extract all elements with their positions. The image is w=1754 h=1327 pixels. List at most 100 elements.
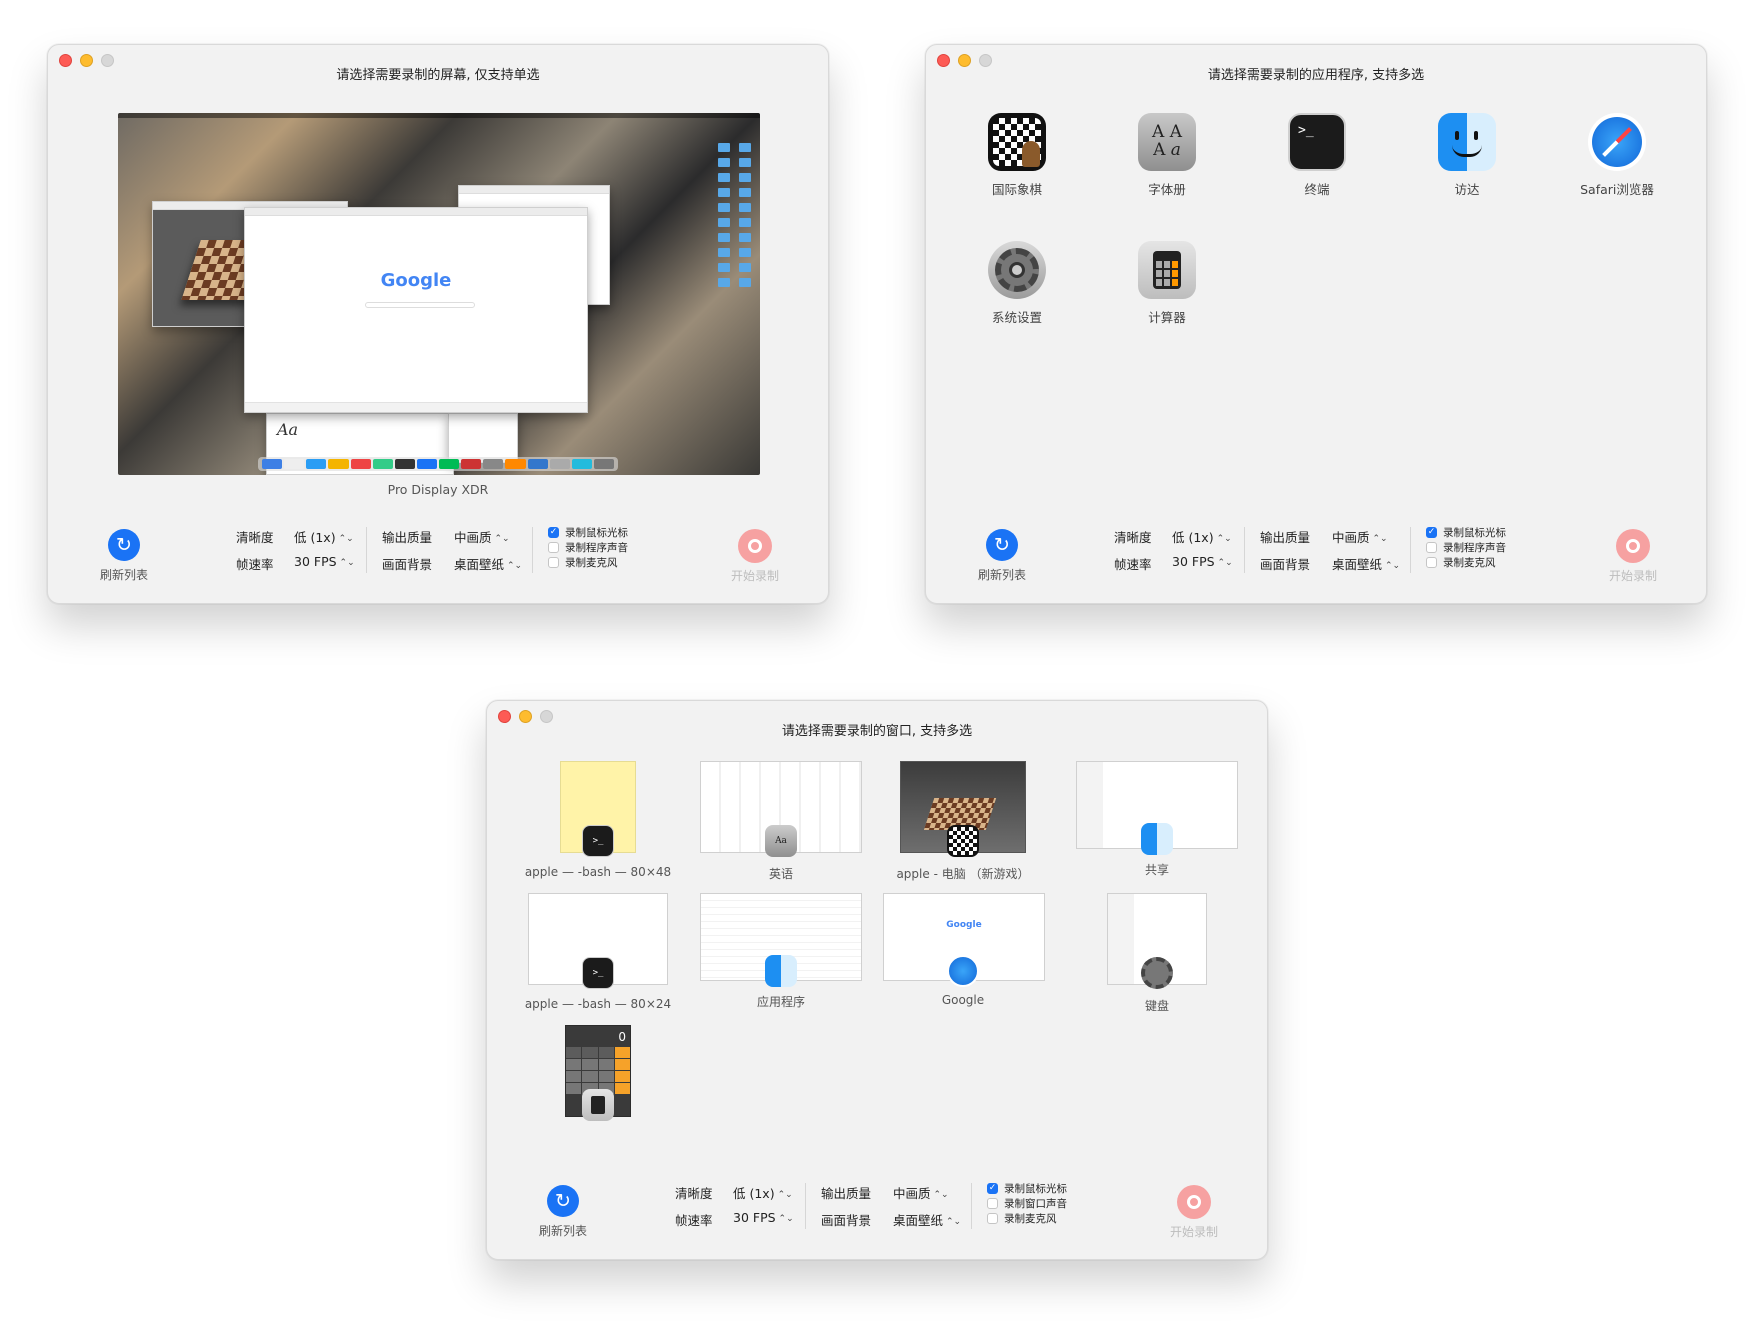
chevron-updown-icon: ⌃⌄: [507, 561, 523, 571]
record-mic-checkbox[interactable]: [548, 557, 559, 568]
record-window-audio-option[interactable]: 录制窗口声音: [987, 1196, 1067, 1211]
record-mic-option[interactable]: 录制麦克风: [1426, 555, 1496, 570]
clarity-label: 清晰度: [236, 530, 274, 545]
refresh-list[interactable]: ↻ 刷新列表: [539, 1185, 587, 1239]
window-thumb[interactable]: 0: [523, 1025, 673, 1129]
record-icon[interactable]: [1177, 1185, 1211, 1219]
font-book-icon: Aa: [765, 825, 797, 857]
chevron-updown-icon: ⌃⌄: [778, 1214, 794, 1224]
start-recording-label: 开始录制: [1169, 1225, 1218, 1239]
chevron-updown-icon: ⌃⌄: [946, 1217, 962, 1227]
app-item-calculator[interactable]: 计算器: [1112, 241, 1222, 326]
app-item-safari[interactable]: Safari浏览器: [1562, 113, 1672, 198]
clarity-select[interactable]: 低 (1x) ⌃⌄: [733, 1183, 793, 1202]
refresh-label: 刷新列表: [99, 568, 148, 582]
record-cursor-checkbox[interactable]: ✓: [548, 527, 559, 538]
record-cursor-checkbox[interactable]: ✓: [1426, 527, 1437, 538]
record-mic-checkbox[interactable]: [987, 1213, 998, 1224]
background-select[interactable]: 桌面壁纸 ⌃⌄: [893, 1210, 961, 1229]
refresh-list[interactable]: ↻ 刷新列表: [978, 529, 1026, 583]
google-logo: Google: [380, 270, 452, 291]
calculator-icon: [582, 1089, 614, 1121]
chevron-updown-icon: ⌃⌄: [1217, 558, 1233, 568]
app-item-chess[interactable]: 国际象棋: [962, 113, 1072, 198]
chevron-updown-icon: ⌃⌄: [1216, 534, 1232, 544]
start-recording-label: 开始录制: [730, 569, 779, 583]
app-item-finder[interactable]: 访达: [1412, 113, 1522, 198]
window-title: 请选择需要录制的应用程序, 支持多选: [1207, 68, 1425, 83]
record-app-audio-checkbox[interactable]: [1426, 542, 1437, 553]
toolbar: ↻ 刷新列表 清晰度 低 (1x) ⌃⌄ 帧速率 30 FPS ⌃⌄ 输出质量 中画…: [926, 523, 1706, 603]
start-recording[interactable]: 开始录制: [720, 529, 790, 584]
window-thumb[interactable]: >_ apple — -bash — 80×24: [523, 893, 673, 1011]
window-thumb[interactable]: >_ apple — -bash — 80×48: [523, 761, 673, 879]
window-thumb[interactable]: 共享: [1075, 761, 1239, 878]
window-label: Google: [941, 993, 985, 1007]
system-settings-icon: [988, 241, 1046, 299]
background-select[interactable]: 桌面壁纸 ⌃⌄: [454, 554, 522, 573]
record-mic-option[interactable]: 录制麦克风: [548, 555, 618, 570]
output-quality-select[interactable]: 中画质 ⌃⌄: [893, 1183, 949, 1202]
refresh-icon[interactable]: ↻: [108, 529, 140, 561]
font-book-icon: A AA a: [1138, 113, 1196, 171]
app-item-system-settings[interactable]: 系统设置: [962, 241, 1072, 326]
clarity-select[interactable]: 低 (1x) ⌃⌄: [294, 527, 354, 546]
clarity-select[interactable]: 低 (1x) ⌃⌄: [1172, 527, 1232, 546]
record-app-audio-label: 录制程序声音: [565, 542, 628, 554]
fps-label: 帧速率: [236, 557, 274, 572]
clarity-label: 清晰度: [675, 1186, 713, 1201]
record-app-audio-option[interactable]: 录制程序声音: [1426, 540, 1506, 555]
window-thumb[interactable]: Aa 英语: [699, 761, 863, 882]
record-window-audio-checkbox[interactable]: [987, 1198, 998, 1209]
app-label: 系统设置: [991, 310, 1042, 325]
record-app-audio-checkbox[interactable]: [548, 542, 559, 553]
app-label: 终端: [1304, 182, 1330, 197]
record-cursor-checkbox[interactable]: ✓: [987, 1183, 998, 1194]
app-item-font-book[interactable]: A AA a 字体册: [1112, 113, 1222, 198]
record-cursor-option[interactable]: ✓ 录制鼠标光标: [1426, 525, 1506, 540]
app-item-terminal[interactable]: >_ 终端: [1262, 113, 1372, 198]
start-recording-label: 开始录制: [1608, 569, 1657, 583]
app-label: 计算器: [1148, 310, 1186, 325]
refresh-label: 刷新列表: [538, 1224, 587, 1238]
record-mic-checkbox[interactable]: [1426, 557, 1437, 568]
output-quality-label: 输出质量: [1260, 530, 1311, 545]
output-quality-label: 输出质量: [382, 530, 433, 545]
start-recording[interactable]: 开始录制: [1598, 529, 1668, 584]
window-label: 键盘: [1144, 999, 1169, 1013]
app-label: 访达: [1454, 182, 1480, 197]
fps-select[interactable]: 30 FPS ⌃⌄: [1172, 554, 1233, 569]
fps-select[interactable]: 30 FPS ⌃⌄: [733, 1210, 794, 1225]
fps-label: 帧速率: [675, 1213, 713, 1228]
start-recording[interactable]: 开始录制: [1159, 1185, 1229, 1240]
app-select-window: 请选择需要录制的应用程序, 支持多选 国际象棋 A AA a 字体册 >_ 终端…: [925, 44, 1707, 604]
terminal-icon: >_: [1288, 113, 1346, 171]
background-select[interactable]: 桌面壁纸 ⌃⌄: [1332, 554, 1400, 573]
screen-preview[interactable]: Aa Google: [118, 113, 760, 475]
refresh-icon[interactable]: ↻: [547, 1185, 579, 1217]
refresh-list[interactable]: ↻ 刷新列表: [100, 529, 148, 583]
window-thumb[interactable]: 应用程序: [699, 893, 863, 1010]
fps-select[interactable]: 30 FPS ⌃⌄: [294, 554, 355, 569]
record-cursor-option[interactable]: ✓ 录制鼠标光标: [548, 525, 628, 540]
window-thumb[interactable]: 键盘: [1075, 893, 1239, 1014]
window-label: 英语: [768, 867, 793, 881]
record-cursor-option[interactable]: ✓ 录制鼠标光标: [987, 1181, 1067, 1196]
finder-icon: [1141, 823, 1173, 855]
google-logo: Google: [946, 920, 982, 930]
refresh-icon[interactable]: ↻: [986, 529, 1018, 561]
record-cursor-label: 录制鼠标光标: [1004, 1183, 1067, 1195]
record-mic-option[interactable]: 录制麦克风: [987, 1211, 1057, 1226]
record-mic-label: 录制麦克风: [1004, 1213, 1057, 1225]
record-icon[interactable]: [1616, 529, 1650, 563]
record-app-audio-option[interactable]: 录制程序声音: [548, 540, 628, 555]
window-thumb[interactable]: Google Google: [883, 893, 1045, 1007]
record-window-audio-label: 录制窗口声音: [1004, 1198, 1067, 1210]
record-icon[interactable]: [738, 529, 772, 563]
window-thumb[interactable]: apple - 电脑 （新游戏）: [883, 761, 1043, 882]
output-quality-select[interactable]: 中画质 ⌃⌄: [454, 527, 510, 546]
finder-icon: [1438, 113, 1496, 171]
window-title: 请选择需要录制的窗口, 支持多选: [781, 724, 973, 739]
output-quality-select[interactable]: 中画质 ⌃⌄: [1332, 527, 1388, 546]
chess-icon: [947, 825, 979, 857]
